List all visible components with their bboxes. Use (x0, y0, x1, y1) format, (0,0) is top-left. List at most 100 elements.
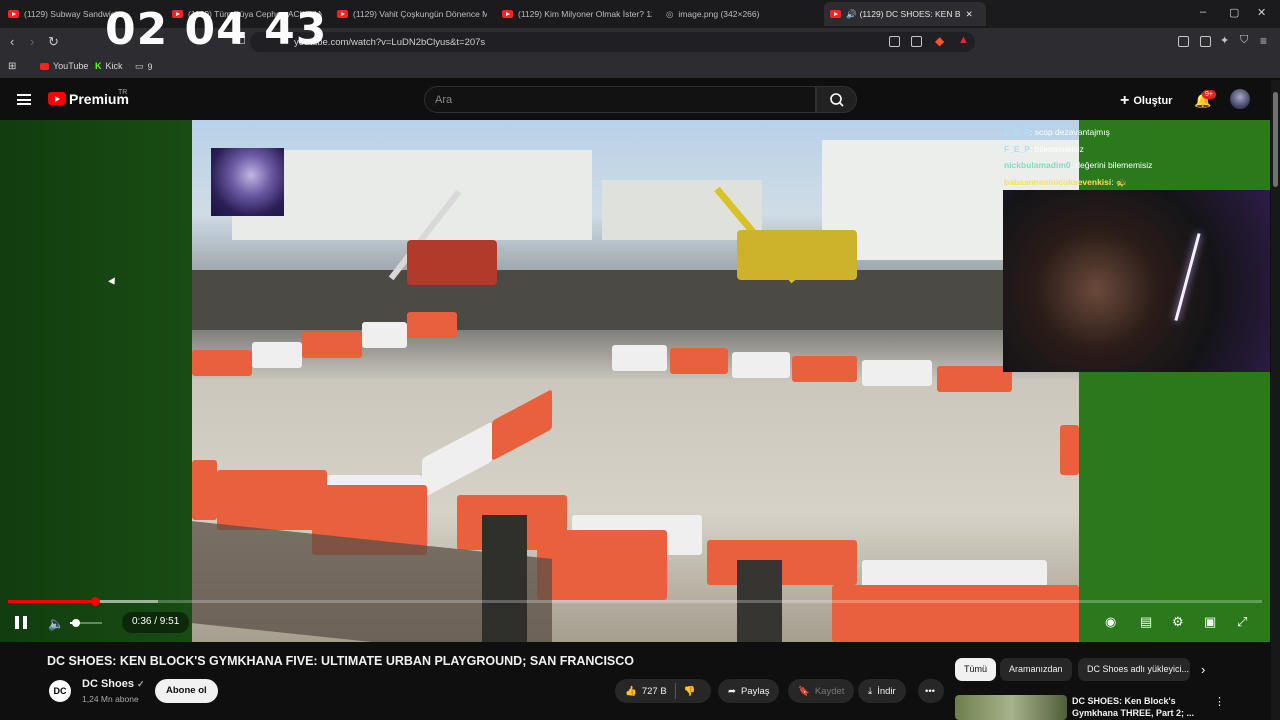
tab-label: (1129) DC SHOES: KEN BLOCK'S... (859, 9, 960, 19)
share-arrow-icon: ➦ (728, 685, 736, 697)
video-player[interactable]: F_E_P: scop dezavantajmış F_E_P: bilememe… (0, 120, 1270, 642)
barrier (670, 348, 728, 374)
reload-icon[interactable]: ↻ (48, 34, 59, 50)
bollard (482, 515, 527, 642)
screen-icon[interactable] (889, 36, 900, 47)
scrollbar-thumb[interactable] (1273, 92, 1278, 187)
browser-tab[interactable]: ◎ image.png (342×266) (666, 4, 816, 24)
share-label: Paylaş (740, 685, 770, 697)
close-tab-icon[interactable]: ✕ (966, 9, 973, 20)
search-input[interactable]: Ara (424, 86, 816, 113)
recommendation-thumbnail[interactable] (955, 695, 1067, 720)
more-actions-button[interactable]: ••• (918, 679, 944, 703)
like-button[interactable]: 👍 727 B (625, 686, 667, 697)
browser-tab-active[interactable]: 🔊(1129) DC SHOES: KEN BLOCK'S... ✕ (824, 2, 986, 26)
create-button[interactable]: + Oluştur (1120, 92, 1172, 110)
save-button[interactable]: 🔖 Kaydet (788, 679, 855, 703)
youtube-logo-icon[interactable] (48, 92, 66, 105)
subtitles-icon[interactable]: ▤ (1140, 614, 1152, 630)
globe-icon: ◎ (666, 8, 674, 19)
video-title: DC SHOES: KEN BLOCK'S GYMKHANA FIVE: ULT… (47, 654, 635, 668)
browser-tab[interactable]: (1129) Vahit Çoşkungün Dönence Mi... (337, 4, 487, 24)
share-icon[interactable] (911, 36, 922, 47)
plus-icon: + (1120, 92, 1130, 109)
video-frame[interactable] (192, 120, 1079, 642)
barrier (362, 322, 407, 348)
page-scrollbar[interactable] (1271, 80, 1280, 720)
vpn-icon[interactable]: ⛉ (1240, 34, 1248, 47)
barrier (707, 540, 857, 585)
theater-mode-icon[interactable]: ▣ (1204, 614, 1216, 630)
chevron-right-icon[interactable]: › (1201, 662, 1205, 677)
dislike-button[interactable]: 👎 (684, 686, 696, 697)
bookmark-youtube[interactable]: YouTube (40, 61, 88, 71)
volume-icon[interactable]: 🔈 (48, 616, 64, 632)
youtube-icon (40, 62, 49, 70)
chip-from-search[interactable]: Aramanızdan (1000, 658, 1072, 681)
chip-all[interactable]: Tümü (955, 658, 997, 681)
bookmark-folder[interactable]: ▭ 9 (135, 61, 153, 72)
menu-icon[interactable]: ≡ (1260, 34, 1267, 48)
barrier (252, 342, 302, 368)
youtube-icon (502, 10, 513, 18)
warehouse-building (232, 150, 592, 240)
like-count: 727 B (641, 685, 667, 697)
chat-text: : değerini bilememisiz (1070, 160, 1153, 170)
apps-icon[interactable]: ⊞ (8, 61, 16, 72)
barrier (192, 460, 217, 520)
ai-icon[interactable]: ✦ (1220, 34, 1229, 47)
progress-scrubber[interactable] (90, 597, 100, 606)
divider (674, 683, 676, 699)
volume-slider[interactable] (70, 619, 102, 627)
download-label: İndir (877, 685, 896, 697)
crane-vehicle (737, 230, 857, 280)
share-button[interactable]: ➦ Paylaş (718, 679, 780, 703)
brave-shield-icon[interactable]: ◆ (935, 34, 944, 48)
tab-label: image.png (342×266) (678, 9, 760, 19)
recommendation-title[interactable]: DC SHOES: Ken Block's Gymkhana THREE, Pa… (1072, 695, 1212, 719)
autoplay-toggle-icon[interactable]: ◉ (1105, 614, 1116, 630)
chip-uploader[interactable]: DC Shoes adlı yükleyici... (1078, 658, 1190, 681)
back-icon[interactable]: ‹ (10, 34, 14, 49)
minimize-button[interactable]: – (1200, 6, 1206, 18)
wallet-icon[interactable] (1200, 36, 1211, 47)
chat-message: nickbulamadim0: değerini bilememisiz (1004, 157, 1270, 174)
channel-avatar[interactable]: DC (49, 680, 71, 702)
search-button[interactable] (816, 86, 857, 113)
bookmark-kick[interactable]: K Kick (95, 61, 123, 71)
fullscreen-icon[interactable]: ⤢ (1237, 614, 1247, 630)
hamburger-menu-icon[interactable] (17, 94, 31, 105)
more-vert-icon[interactable]: ⋮ (1214, 695, 1225, 708)
thumbs-down-icon: 👎 (683, 685, 696, 697)
forward-icon[interactable]: › (30, 34, 34, 49)
subscribe-button[interactable]: Abone ol (155, 679, 218, 703)
url-input[interactable]: youtube.com/watch?v=LuDN2bClyus&t=207s (250, 32, 975, 52)
verified-icon: ✓ (137, 679, 145, 689)
channel-name[interactable]: DC Shoes ✓ (82, 678, 145, 690)
sidebar-icon[interactable] (1178, 36, 1189, 47)
tab-label: (1129) Kim Milyoner Olmak İster? 12... (518, 9, 652, 19)
bookmark-icon: 🔖 (798, 685, 810, 697)
pause-button[interactable] (15, 616, 27, 629)
region-code: TR (118, 89, 128, 96)
barrier (537, 530, 667, 600)
streamer-webcam-overlay (1003, 190, 1270, 372)
channel-name-text: DC Shoes (82, 678, 134, 690)
maximize-button[interactable]: ▢ (1229, 6, 1239, 19)
chat-username: F_E_P (1004, 143, 1030, 154)
rewards-icon[interactable]: ▲ (958, 34, 969, 46)
download-button[interactable]: ⤓ İndir (858, 679, 906, 703)
barrier (422, 421, 492, 499)
settings-gear-icon[interactable]: ⚙ (1172, 614, 1184, 630)
browser-tab[interactable]: (1129) Subway Sandwich - POV W... (8, 4, 118, 24)
chat-username: babaannesinicoksevenkisi (1004, 176, 1112, 187)
notification-badge: 9+ (1202, 90, 1216, 99)
progress-bar[interactable] (8, 597, 1262, 606)
tab-label: (1129) Vahit Çoşkungün Dönence Mi... (353, 9, 487, 19)
avatar[interactable] (1230, 89, 1250, 109)
thumbs-up-icon: 👍 (625, 685, 637, 697)
close-window-button[interactable]: ✕ (1257, 6, 1266, 19)
folder-icon: ▭ (135, 61, 144, 71)
browser-tab[interactable]: (1129) Kim Milyoner Olmak İster? 12... (502, 4, 652, 24)
barrier (407, 312, 457, 338)
